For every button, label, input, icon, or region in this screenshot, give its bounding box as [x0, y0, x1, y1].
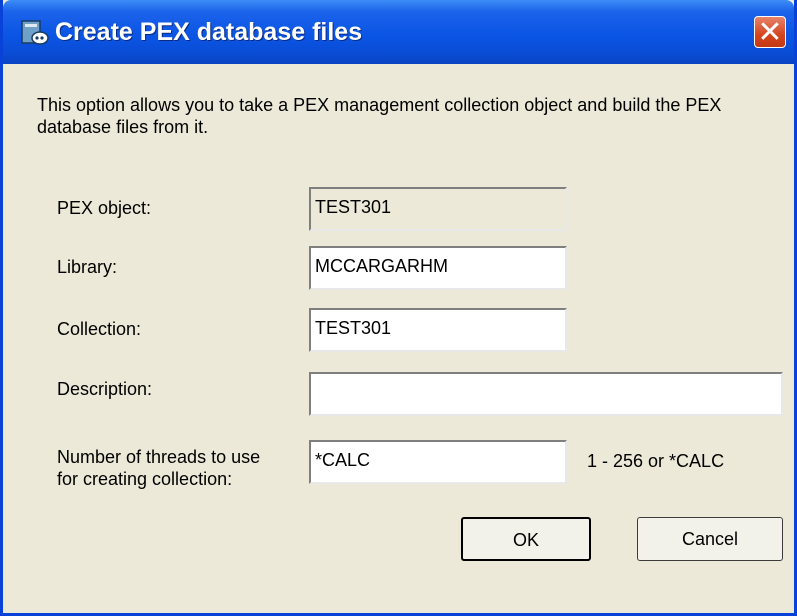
description-label: Description: [57, 379, 153, 399]
pex-object-field: TEST301 [309, 187, 567, 231]
collection-label: Collection: [57, 319, 142, 339]
database-window-icon [21, 20, 49, 45]
library-input[interactable]: MCCARGARHM [309, 246, 567, 290]
window-title: Create PEX database files [55, 18, 363, 46]
pex-object-label: PEX object: [57, 198, 152, 218]
threads-range-hint: 1 - 256 or *CALC [587, 451, 725, 471]
close-button[interactable]: ✕ [754, 15, 786, 50]
title-bar[interactable]: Create PEX database files ✕ [3, 0, 794, 64]
threads-input[interactable]: *CALC [309, 440, 567, 484]
close-icon: ✕ [757, 15, 783, 50]
library-label: Library: [57, 257, 118, 277]
ok-button[interactable]: OK [461, 517, 591, 561]
threads-label: Number of threads to use for creating co… [57, 447, 261, 489]
collection-input[interactable]: TEST301 [309, 308, 567, 352]
description-input[interactable] [309, 372, 783, 416]
cancel-button[interactable]: Cancel [637, 517, 783, 561]
dialog-description: This option allows you to take a PEX man… [37, 95, 722, 137]
dialog-window: Create PEX database files ✕ This option … [0, 0, 797, 616]
